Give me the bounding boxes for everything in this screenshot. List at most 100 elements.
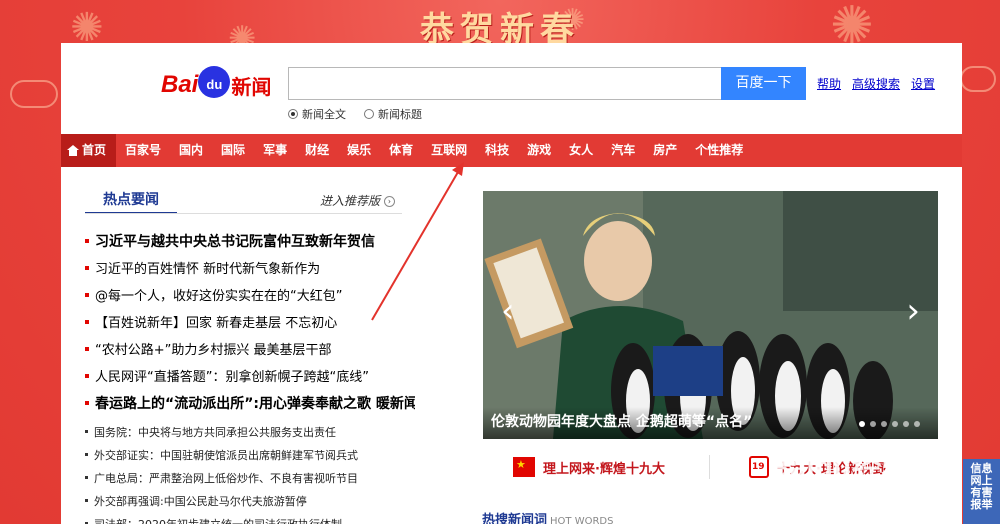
hot-search-label: 热搜新闻词	[482, 513, 548, 524]
nav-item-games[interactable]: 游戏	[518, 134, 560, 167]
bullet-icon	[85, 319, 89, 324]
cloud-ornament	[960, 66, 996, 92]
nav-item-sports[interactable]: 体育	[380, 134, 422, 167]
calendar-icon	[749, 456, 769, 478]
list-item[interactable]: 广电总局：严肃整治网上低俗炒作、不良有害视听节目	[85, 466, 425, 489]
list-item[interactable]: 春运路上的“流动派出所”:用心弹奏奉献之歌 暖新闻	[85, 389, 415, 416]
list-item[interactable]: 【百姓说新年】回家 新春走基层 不忘初心	[85, 308, 415, 335]
radio-label: 新闻标题	[378, 108, 422, 121]
nav-item-domestic[interactable]: 国内	[170, 134, 212, 167]
radio-fulltext[interactable]: 新闻全文	[288, 106, 346, 122]
nav-item-finance[interactable]: 财经	[296, 134, 338, 167]
divider	[85, 213, 402, 214]
nav-item-women[interactable]: 女人	[560, 134, 602, 167]
headline-link[interactable]: “农村公路+”助力乡村振兴 最美基层干部	[95, 339, 332, 358]
headline-link[interactable]: 【百姓说新年】回家 新春走基层 不忘初心	[95, 312, 337, 331]
list-item[interactable]: 外交部证实：中国驻朝使馆派员出席朝鲜建军节阅兵式	[85, 443, 425, 466]
channel-nav: 首页 百家号 国内 国际 军事 财经 娱乐 体育 互联网 科技 游戏 女人 汽车…	[61, 134, 962, 167]
nav-item-international[interactable]: 国际	[212, 134, 254, 167]
list-item[interactable]: 外交部再强调:中国公民赴马尔代夫旅游暂停	[85, 489, 425, 512]
list-item[interactable]: 司法部：2020年初步建立统一的司法行政执行体制	[85, 512, 425, 524]
report-panel[interactable]: 信息网上有害报举	[963, 459, 1000, 524]
header-links: 帮助 高级搜索 设置	[817, 75, 935, 92]
bullet-icon	[85, 476, 88, 479]
flag-icon	[513, 457, 535, 477]
hot-news-list: 习近平与越共中央总书记阮富仲互致新年贺信 习近平的百姓情怀 新时代新气象新作为 …	[85, 227, 415, 416]
nav-item-internet[interactable]: 互联网	[422, 134, 476, 167]
hot-words-label: HOT WORDS	[550, 516, 614, 524]
nav-item-house[interactable]: 房产	[644, 134, 686, 167]
nav-item-home[interactable]: 首页	[61, 134, 117, 167]
nav-item-entertainment[interactable]: 娱乐	[338, 134, 380, 167]
list-item[interactable]: 国务院：中央将与地方共同承担公共服务支出责任	[85, 420, 425, 443]
photo-slider[interactable]: ‹ › 伦敦动物园年度大盘点 企鹅超萌等“点名”	[483, 191, 938, 439]
bullet-icon	[85, 400, 89, 405]
report-label: 信息网上有害报举	[970, 462, 993, 511]
promo-label: 理上网来·辉煌十九大	[543, 461, 665, 477]
slider-next-button[interactable]: ›	[906, 291, 920, 331]
headline-link[interactable]: @每一个人，收好这份实实在在的“大红包”	[95, 285, 342, 304]
news-link[interactable]: 外交部再强调:中国公民赴马尔代夫旅游暂停	[94, 493, 307, 509]
list-item[interactable]: “农村公路+”助力乡村振兴 最美基层干部	[85, 335, 415, 362]
headline-link[interactable]: 习近平与越共中央总书记阮富仲互致新年贺信	[95, 231, 375, 251]
nav-item-personalized[interactable]: 个性推荐	[686, 134, 752, 167]
list-item[interactable]: @每一个人，收好这份实实在在的“大红包”	[85, 281, 415, 308]
slider-dot[interactable]	[914, 421, 920, 427]
nav-item-military[interactable]: 军事	[254, 134, 296, 167]
settings-link[interactable]: 设置	[911, 75, 935, 92]
hot-search-header: 热搜新闻词 HOT WORDS	[482, 509, 613, 524]
slider-dot[interactable]	[859, 421, 865, 427]
chevron-right-icon: ›	[383, 196, 395, 207]
news-link[interactable]: 广电总局：严肃整治网上低俗炒作、不良有害视听节目	[94, 470, 358, 486]
nav-item-auto[interactable]: 汽车	[602, 134, 644, 167]
slider-dot[interactable]	[892, 421, 898, 427]
nav-item-baijiahao[interactable]: 百家号	[116, 134, 170, 167]
headline-link[interactable]: 人民网评“直播答题”：别拿创新幌子跨越“底线”	[95, 366, 369, 385]
cloud-ornament	[10, 80, 58, 108]
headline-link[interactable]: 习近平的百姓情怀 新时代新气象新作为	[95, 258, 320, 277]
tab-hot-news[interactable]: 热点要闻	[85, 189, 177, 214]
search-scope-options: 新闻全文 新闻标题	[288, 106, 422, 122]
slider-photo	[483, 191, 938, 439]
list-item[interactable]: 习近平的百姓情怀 新时代新气象新作为	[85, 254, 415, 281]
home-icon	[67, 145, 79, 156]
paw-icon: du	[198, 66, 231, 98]
nav-label: 首页	[82, 143, 107, 157]
bullet-icon	[85, 265, 89, 270]
divider	[709, 455, 710, 479]
watermark-url: jingyan.baidu.com	[776, 478, 874, 490]
logo-text-bai: Bai	[161, 71, 199, 98]
bullet-icon	[85, 238, 89, 243]
slider-prev-button[interactable]: ‹	[501, 291, 515, 331]
radio-unselected-icon	[364, 109, 374, 119]
news-link[interactable]: 国务院：中央将与地方共同承担公共服务支出责任	[94, 424, 336, 440]
slider-dots	[859, 421, 920, 427]
bullet-icon	[85, 373, 89, 378]
radio-label: 新闻全文	[302, 108, 346, 121]
radio-selected-icon	[288, 109, 298, 119]
slider-dot[interactable]	[903, 421, 909, 427]
recommend-label: 进入推荐版	[320, 194, 381, 208]
bullet-icon	[85, 292, 89, 297]
nav-item-tech[interactable]: 科技	[476, 134, 518, 167]
baidu-news-logo[interactable]: Bai du 新闻	[161, 65, 271, 105]
bullet-icon	[85, 453, 88, 456]
recommend-link[interactable]: 进入推荐版 ›	[320, 192, 395, 209]
slider-caption[interactable]: 伦敦动物园年度大盘点 企鹅超萌等“点名”	[491, 411, 752, 431]
header: Bai du 新闻 百度一下 帮助 高级搜索 设置 新闻全文 新闻标题	[61, 43, 962, 134]
promo-link-nineteen[interactable]: 理上网来·辉煌十九大	[513, 449, 665, 485]
slider-dot[interactable]	[870, 421, 876, 427]
advanced-search-link[interactable]: 高级搜索	[852, 75, 900, 92]
news-link[interactable]: 外交部证实：中国驻朝使馆派员出席朝鲜建军节阅兵式	[94, 447, 358, 463]
list-item[interactable]: 习近平与越共中央总书记阮富仲互致新年贺信	[85, 227, 415, 254]
list-item[interactable]: 人民网评“直播答题”：别拿创新幌子跨越“底线”	[85, 362, 415, 389]
search-button[interactable]: 百度一下	[721, 67, 806, 100]
news-link[interactable]: 司法部：2020年初步建立统一的司法行政执行体制	[94, 516, 342, 524]
headline-link[interactable]: 春运路上的“流动派出所”:用心弹奏奉献之歌 暖新闻	[95, 393, 415, 413]
radio-title[interactable]: 新闻标题	[364, 106, 422, 122]
secondary-news-list: 国务院：中央将与地方共同承担公共服务支出责任 外交部证实：中国驻朝使馆派员出席朝…	[85, 420, 425, 524]
bullet-icon	[85, 430, 88, 433]
search-input[interactable]	[288, 67, 723, 100]
slider-dot[interactable]	[881, 421, 887, 427]
help-link[interactable]: 帮助	[817, 75, 841, 92]
